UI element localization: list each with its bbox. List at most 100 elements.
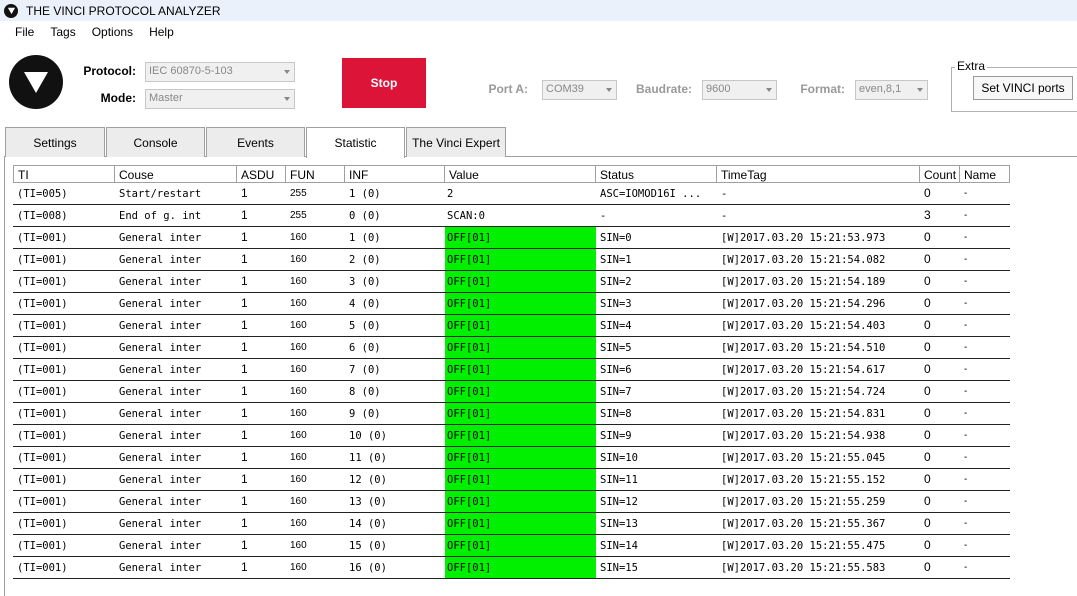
cell-couse: General inter — [119, 320, 202, 332]
cell-count: 3 — [924, 208, 931, 222]
chevron-down-icon — [284, 70, 290, 74]
table-row[interactable]: (TI=001) General inter 1 160 10 (0) OFF[01] SI… — [13, 425, 1010, 447]
column-header-count[interactable]: Count — [920, 165, 960, 183]
cell-status: SIN=5 — [600, 342, 632, 354]
set-vinci-ports-button[interactable]: Set VINCI ports — [973, 76, 1073, 100]
table-row[interactable]: (TI=001) General inter 1 160 2 (0) OFF[01] SIN… — [13, 249, 1010, 271]
cell-asdu: 1 — [241, 208, 248, 222]
column-header-value[interactable]: Value — [445, 165, 596, 183]
cell-value: OFF[01] — [445, 293, 596, 314]
cell-asdu: 1 — [241, 362, 248, 376]
cell-ti: (TI=008) — [17, 210, 68, 222]
format-select[interactable]: even,8,1 — [855, 80, 928, 100]
column-header-asdu[interactable]: ASDU — [237, 165, 286, 183]
tab-console[interactable]: Console — [106, 127, 205, 157]
cell-status: SIN=11 — [600, 474, 638, 486]
cell-asdu: 1 — [241, 494, 248, 508]
column-header-ti[interactable]: TI — [13, 165, 115, 183]
cell-fun: 255 — [290, 210, 307, 221]
table-row[interactable]: (TI=001) General inter 1 160 1 (0) OFF[01] SIN… — [13, 227, 1010, 249]
table-row[interactable]: (TI=001) General inter 1 160 16 (0) OFF[01] SI… — [13, 557, 1010, 579]
cell-name: - — [964, 430, 968, 441]
window-title: THE VINCI PROTOCOL ANALYZER — [26, 3, 221, 18]
cell-count: 0 — [924, 186, 931, 200]
cell-count: 0 — [924, 406, 931, 420]
stop-button[interactable]: Stop — [342, 58, 426, 108]
cell-ti: (TI=001) — [17, 320, 68, 332]
cell-name: - — [964, 320, 968, 331]
column-header-fun[interactable]: FUN — [286, 165, 345, 183]
cell-status: SIN=8 — [600, 408, 632, 420]
cell-asdu: 1 — [241, 560, 248, 574]
table-row[interactable]: (TI=001) General inter 1 160 13 (0) OFF[01] SI… — [13, 491, 1010, 513]
table-row[interactable]: (TI=001) General inter 1 160 4 (0) OFF[01] SIN… — [13, 293, 1010, 315]
table-row[interactable]: (TI=001) General inter 1 160 7 (0) OFF[01] SIN… — [13, 359, 1010, 381]
tab-statistic[interactable]: Statistic — [306, 127, 405, 158]
cell-couse: General inter — [119, 540, 202, 552]
cell-inf: 4 (0) — [349, 298, 381, 310]
table-row[interactable]: (TI=001) General inter 1 160 15 (0) OFF[01] SI… — [13, 535, 1010, 557]
cell-ti: (TI=001) — [17, 298, 68, 310]
table-row[interactable]: (TI=001) General inter 1 160 14 (0) OFF[01] SI… — [13, 513, 1010, 535]
cell-timetag: [W]2017.03.20 15:21:54.296 — [721, 298, 886, 310]
table-row[interactable]: (TI=001) General inter 1 160 5 (0) OFF[01] SIN… — [13, 315, 1010, 337]
table-row[interactable]: (TI=001) General inter 1 160 11 (0) OFF[01] SI… — [13, 447, 1010, 469]
cell-couse: General inter — [119, 452, 202, 464]
menu-file[interactable]: File — [7, 25, 42, 39]
cell-fun: 255 — [290, 188, 307, 199]
cell-value: OFF[01] — [445, 447, 596, 468]
port-label: Port A: — [488, 82, 528, 96]
table-row[interactable]: (TI=005) Start/restart 1 255 1 (0) 2 ASC=IOMOD… — [13, 183, 1010, 205]
table-row[interactable]: (TI=001) General inter 1 160 8 (0) OFF[01] SIN… — [13, 381, 1010, 403]
baudrate-select[interactable]: 9600 — [702, 80, 777, 100]
column-header-name[interactable]: Name — [960, 165, 1010, 183]
menu-options[interactable]: Options — [84, 25, 141, 39]
tab-settings[interactable]: Settings — [5, 127, 105, 157]
cell-value: OFF[01] — [445, 227, 596, 248]
cell-value: OFF[01] — [445, 425, 596, 446]
port-select[interactable]: COM39 — [542, 80, 617, 100]
chevron-down-icon — [917, 88, 923, 92]
cell-value: OFF[01] — [445, 359, 596, 380]
cell-value: OFF[01] — [445, 315, 596, 336]
cell-couse: General inter — [119, 518, 202, 530]
column-header-couse[interactable]: Couse — [115, 165, 237, 183]
protocol-select[interactable]: IEC 60870-5-103 — [145, 62, 295, 82]
cell-count: 0 — [924, 450, 931, 464]
mode-select[interactable]: Master — [145, 89, 295, 109]
chevron-down-icon — [284, 97, 290, 101]
table-row[interactable]: (TI=001) General inter 1 160 9 (0) OFF[01] SIN… — [13, 403, 1010, 425]
port-value: COM39 — [546, 83, 584, 95]
cell-couse: General inter — [119, 254, 202, 266]
column-header-status[interactable]: Status — [596, 165, 717, 183]
cell-count: 0 — [924, 560, 931, 574]
cell-name: - — [964, 188, 968, 199]
column-header-inf[interactable]: INF — [345, 165, 445, 183]
table-row[interactable]: (TI=008) End of g. int 1 255 0 (0) SCAN:0 - - 3 - — [13, 205, 1010, 227]
cell-couse: General inter — [119, 298, 202, 310]
tab-events[interactable]: Events — [206, 127, 305, 157]
cell-count: 0 — [924, 362, 931, 376]
cell-asdu: 1 — [241, 274, 248, 288]
cell-status: SIN=1 — [600, 254, 632, 266]
table-row[interactable]: (TI=001) General inter 1 160 3 (0) OFF[01] SIN… — [13, 271, 1010, 293]
cell-timetag: [W]2017.03.20 15:21:54.938 — [721, 430, 886, 442]
cell-name: - — [964, 210, 968, 221]
cell-ti: (TI=001) — [17, 518, 68, 530]
tab-the-vinci-expert[interactable]: The Vinci Expert — [406, 127, 506, 157]
cell-asdu: 1 — [241, 384, 248, 398]
cell-fun: 160 — [290, 408, 307, 419]
cell-inf: 12 (0) — [349, 474, 387, 486]
column-header-timetag[interactable]: TimeTag — [717, 165, 920, 183]
baudrate-label: Baudrate: — [635, 82, 692, 96]
cell-count: 0 — [924, 230, 931, 244]
cell-ti: (TI=001) — [17, 276, 68, 288]
cell-count: 0 — [924, 340, 931, 354]
table-row[interactable]: (TI=001) General inter 1 160 6 (0) OFF[01] SIN… — [13, 337, 1010, 359]
chevron-down-icon — [766, 88, 772, 92]
cell-fun: 160 — [290, 518, 307, 529]
menu-help[interactable]: Help — [141, 25, 182, 39]
table-row[interactable]: (TI=001) General inter 1 160 12 (0) OFF[01] SI… — [13, 469, 1010, 491]
menu-tags[interactable]: Tags — [42, 25, 83, 39]
cell-inf: 2 (0) — [349, 254, 381, 266]
